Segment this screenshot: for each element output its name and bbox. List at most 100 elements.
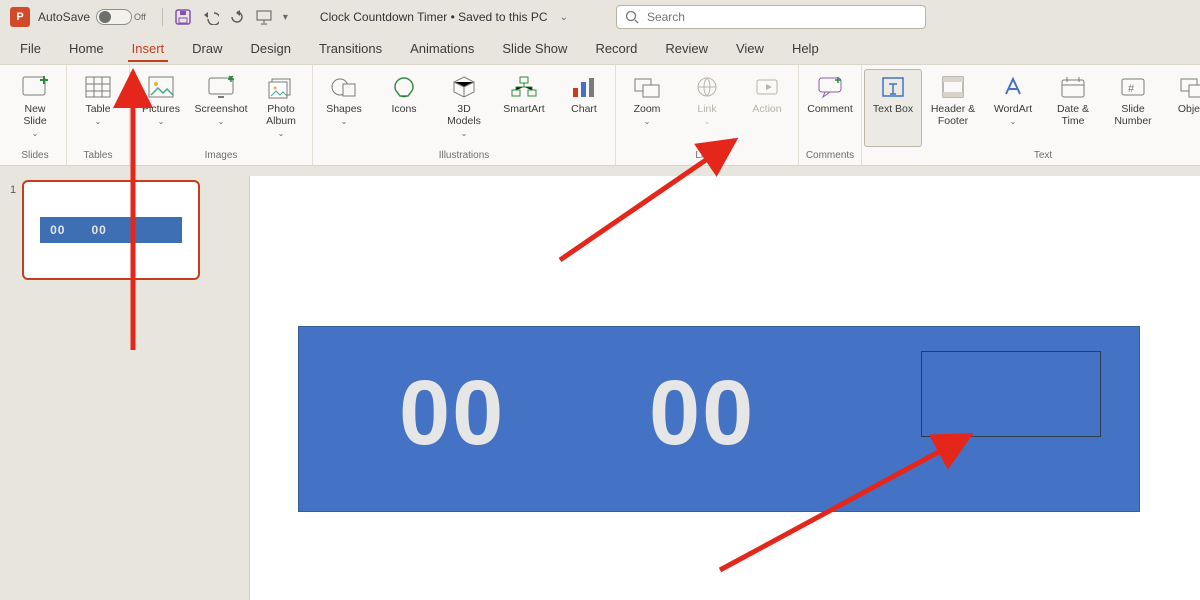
table-label: Table xyxy=(85,103,110,115)
tab-help[interactable]: Help xyxy=(778,35,833,64)
group-label-comments: Comments xyxy=(806,150,854,163)
title-dropdown-icon[interactable]: ⌄ xyxy=(560,12,568,23)
group-label-tables: Tables xyxy=(84,150,113,163)
autosave-toggle[interactable]: AutoSave Off xyxy=(38,9,146,25)
comment-button[interactable]: Comment xyxy=(801,69,859,147)
tab-view[interactable]: View xyxy=(722,35,778,64)
group-label-images: Images xyxy=(205,150,238,163)
link-button: Link⌄ xyxy=(678,69,736,147)
chart-button[interactable]: Chart xyxy=(555,69,613,147)
save-icon[interactable] xyxy=(175,9,191,25)
timer-digit-2[interactable]: 00 xyxy=(649,361,755,466)
undo-icon[interactable] xyxy=(201,9,219,25)
action-label: Action xyxy=(752,103,781,115)
ribbon-group-images: Pictures⌄ Screenshot ⌄ PhotoAlbum ⌄ Images xyxy=(130,65,313,165)
pictures-icon xyxy=(145,73,177,101)
tab-home[interactable]: Home xyxy=(55,35,118,64)
screenshot-label: Screenshot xyxy=(194,103,247,115)
chevron-down-icon: ⌄ xyxy=(461,129,468,138)
app-badge-icon: P xyxy=(10,7,30,27)
3d-models-icon xyxy=(448,73,480,101)
wordart-icon xyxy=(997,73,1029,101)
chevron-down-icon: ⌄ xyxy=(1010,117,1017,126)
zoom-label: Zoom xyxy=(634,103,661,115)
group-label-slides: Slides xyxy=(21,150,48,163)
tab-slide-show[interactable]: Slide Show xyxy=(488,35,581,64)
slide-canvas[interactable]: 00 00 xyxy=(250,176,1200,600)
link-icon xyxy=(691,73,723,101)
photo-album-button[interactable]: PhotoAlbum ⌄ xyxy=(252,69,310,147)
shapes-label: Shapes xyxy=(326,103,362,115)
ribbon-group-comments: Comment Comments xyxy=(799,65,862,165)
ribbon-insert: NewSlide⌄SlidesTable⌄TablesPictures⌄Scre… xyxy=(0,64,1200,166)
chevron-down-icon: ⌄ xyxy=(218,117,225,126)
screenshot-button[interactable]: Screenshot ⌄ xyxy=(192,69,250,147)
table-button[interactable]: Table ⌄ xyxy=(69,69,127,147)
smartart-icon xyxy=(508,73,540,101)
object-label: Object xyxy=(1178,103,1200,115)
ribbon-group-illustrations: Shapes ⌄ Icons 3DModels ⌄ SmartArt Chart Illust… xyxy=(313,65,616,165)
redo-icon[interactable] xyxy=(229,9,245,25)
action-icon xyxy=(751,73,783,101)
slide-number-button[interactable]: # SlideNumber xyxy=(1104,69,1162,147)
search-input[interactable] xyxy=(647,10,917,24)
photo-album-icon xyxy=(265,73,297,101)
chevron-down-icon: ⌄ xyxy=(278,129,285,138)
date-time-button[interactable]: Date &Time xyxy=(1044,69,1102,147)
zoom-button[interactable]: Zoom⌄ xyxy=(618,69,676,147)
pictures-label: Pictures xyxy=(142,103,180,115)
new-slide-button[interactable]: NewSlide⌄ xyxy=(6,69,64,147)
toggle-off-icon xyxy=(96,9,132,25)
chevron-down-icon: ⌄ xyxy=(704,117,711,126)
svg-text:#: # xyxy=(1128,83,1135,95)
chevron-down-icon: ⌄ xyxy=(341,117,348,126)
header-footer-button[interactable]: Header &Footer xyxy=(924,69,982,147)
chart-label: Chart xyxy=(571,103,597,115)
text-box-button[interactable]: Text Box xyxy=(864,69,922,147)
slide-thumbnail-panel: 1 00 00 xyxy=(0,166,230,600)
group-label-links: Links xyxy=(695,150,718,163)
text-box-icon xyxy=(877,73,909,101)
tab-record[interactable]: Record xyxy=(581,35,651,64)
qat-more-icon[interactable]: ▾ xyxy=(283,12,288,23)
object-icon xyxy=(1177,73,1200,101)
date-time-icon xyxy=(1057,73,1089,101)
ribbon-group-slides: NewSlide⌄ Slides xyxy=(4,65,67,165)
slide-number-label: SlideNumber xyxy=(1114,103,1151,127)
3d-models-button[interactable]: 3DModels ⌄ xyxy=(435,69,493,147)
tab-design[interactable]: Design xyxy=(237,35,305,64)
pictures-button[interactable]: Pictures⌄ xyxy=(132,69,190,147)
tab-insert[interactable]: Insert xyxy=(118,35,179,64)
tab-file[interactable]: File xyxy=(6,35,55,64)
thumbnail-timer-bar: 00 00 xyxy=(40,217,182,243)
present-icon[interactable] xyxy=(255,9,273,25)
object-button[interactable]: Object xyxy=(1164,69,1200,147)
icons-button[interactable]: Icons xyxy=(375,69,433,147)
search-box[interactable] xyxy=(616,5,926,29)
new-text-box-outline[interactable] xyxy=(921,351,1101,437)
quick-access-toolbar: ▾ xyxy=(160,8,288,26)
chart-icon xyxy=(568,73,600,101)
tab-draw[interactable]: Draw xyxy=(178,35,236,64)
header-footer-icon xyxy=(937,73,969,101)
3d-models-label: 3DModels xyxy=(447,103,481,127)
photo-album-label: PhotoAlbum xyxy=(266,103,296,127)
timer-digit-1[interactable]: 00 xyxy=(399,361,505,466)
slide-thumbnail-1[interactable]: 00 00 xyxy=(22,180,200,280)
screenshot-icon xyxy=(205,73,237,101)
tab-animations[interactable]: Animations xyxy=(396,35,488,64)
ribbon-tabs: FileHomeInsertDrawDesignTransitionsAnima… xyxy=(0,34,1200,64)
tab-transitions[interactable]: Transitions xyxy=(305,35,396,64)
smartart-button[interactable]: SmartArt xyxy=(495,69,553,147)
timer-rectangle-shape[interactable]: 00 00 xyxy=(298,326,1140,512)
group-label-illustrations: Illustrations xyxy=(439,150,490,163)
shapes-icon xyxy=(328,73,360,101)
wordart-button[interactable]: WordArt ⌄ xyxy=(984,69,1042,147)
wordart-label: WordArt xyxy=(994,103,1032,115)
tab-review[interactable]: Review xyxy=(651,35,722,64)
text-box-label: Text Box xyxy=(873,103,913,115)
ribbon-group-text: Text Box Header &Footer WordArt ⌄ Date &Time… xyxy=(862,65,1200,165)
chevron-down-icon: ⌄ xyxy=(95,117,102,126)
shapes-button[interactable]: Shapes ⌄ xyxy=(315,69,373,147)
chevron-down-icon: ⌄ xyxy=(32,129,39,138)
